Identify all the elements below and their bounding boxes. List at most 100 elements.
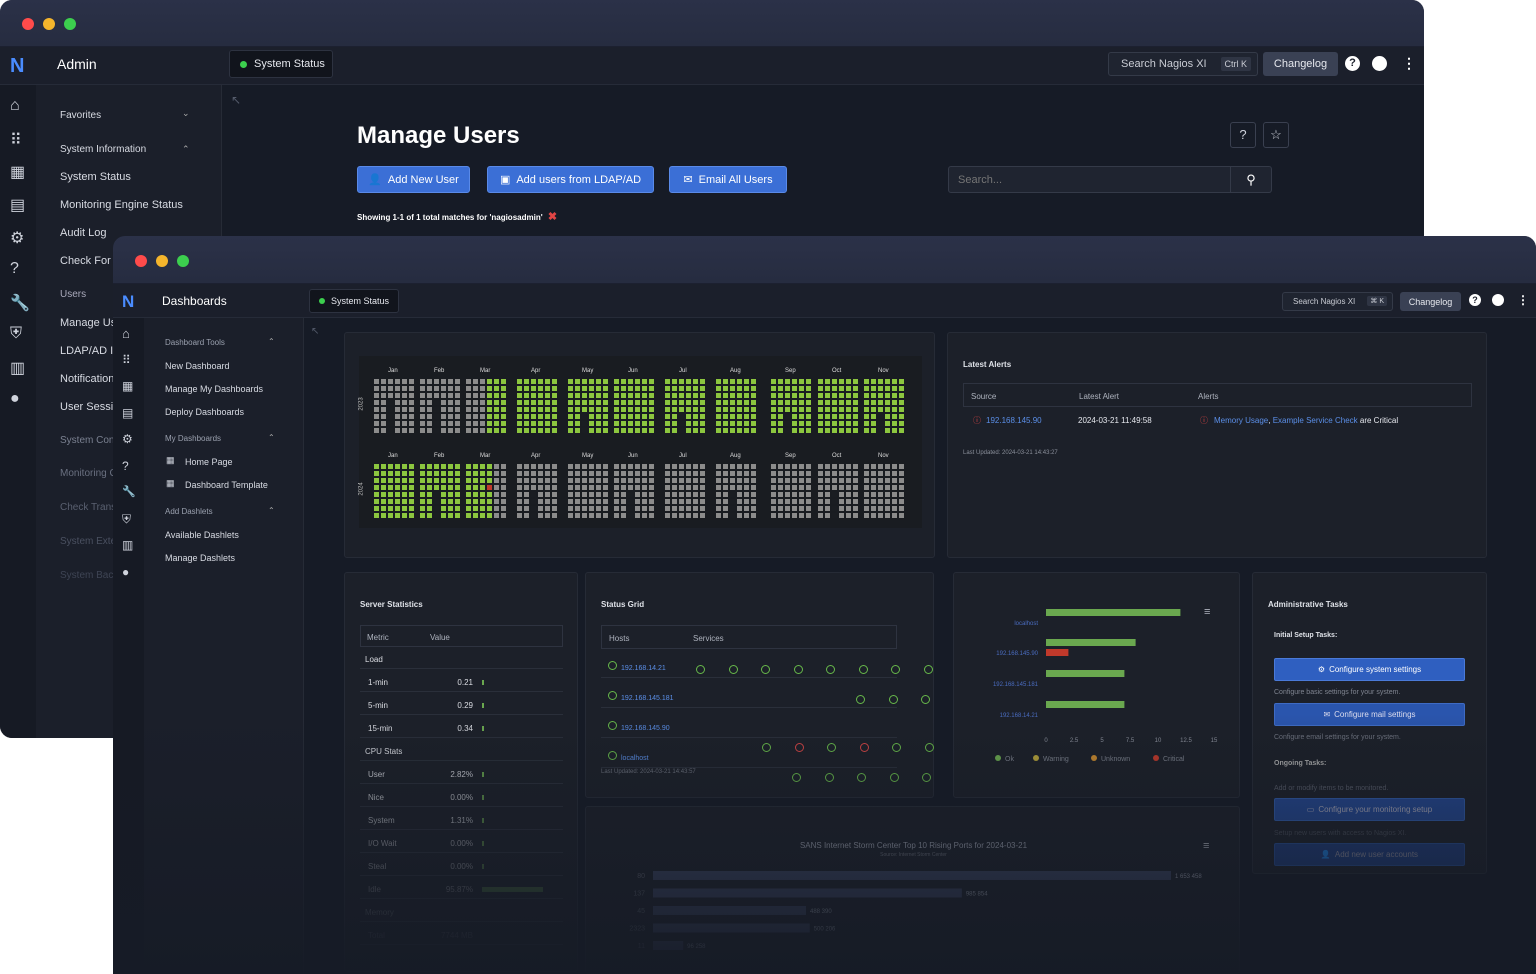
wrench-icon[interactable]: 🔧 <box>122 485 139 502</box>
service-ok-icon[interactable] <box>889 773 899 782</box>
add-new-user-button[interactable]: 👤 Add New User <box>357 166 470 193</box>
menu-monitoring-engine-status[interactable]: Monitoring Engine Status <box>60 199 183 211</box>
add-dashlets-section[interactable]: Add Dashlets <box>165 507 213 516</box>
menu-system-backups[interactable]: System Bac <box>60 570 113 581</box>
search-submit-button[interactable]: ⚲ <box>1230 166 1272 193</box>
building-icon[interactable]: ▥ <box>10 358 27 377</box>
global-search[interactable]: Search Nagios XI Ctrl K <box>1108 52 1258 76</box>
config-icon[interactable]: ⚙ <box>122 432 139 449</box>
service-ok-icon[interactable] <box>924 743 934 752</box>
more-vert-icon[interactable]: ⋮ <box>1517 293 1529 307</box>
service-ok-icon[interactable] <box>858 665 868 674</box>
menu-notifications[interactable]: Notification <box>60 373 114 385</box>
home-icon[interactable]: ⌂ <box>10 97 27 114</box>
chevron-up-icon[interactable]: ⌃ <box>268 337 275 346</box>
close-dot[interactable] <box>135 255 147 267</box>
dashboard-tools-section[interactable]: Dashboard Tools <box>165 338 225 347</box>
building-icon[interactable]: ▥ <box>122 538 139 555</box>
global-search[interactable]: Search Nagios XI ⌘ K <box>1282 292 1393 311</box>
menu-manage-users[interactable]: Manage Us <box>60 317 116 329</box>
config-icon[interactable]: ⚙ <box>10 228 27 247</box>
menu-new-dashboard[interactable]: New Dashboard <box>165 361 230 371</box>
my-dashboards-section[interactable]: My Dashboards <box>165 434 221 443</box>
configure-monitoring-button[interactable]: ▭ Configure your monitoring setup <box>1274 798 1465 821</box>
service-ok-icon[interactable] <box>792 773 801 782</box>
maximize-dot[interactable] <box>64 18 76 30</box>
menu-manage-dashlets[interactable]: Manage Dashlets <box>165 553 235 563</box>
host-link[interactable]: localhost <box>621 755 649 762</box>
grid-icon[interactable]: ⠿ <box>10 130 27 149</box>
user-search-input[interactable] <box>948 166 1231 193</box>
chevron-up-icon[interactable]: ⌃ <box>268 506 275 515</box>
menu-dashboard-template[interactable]: Dashboard Template <box>185 480 268 490</box>
minimize-dot[interactable] <box>156 255 168 267</box>
service-ok-icon[interactable] <box>826 665 835 674</box>
reports-icon[interactable]: ▤ <box>122 406 139 423</box>
service-ok-icon[interactable] <box>892 743 901 752</box>
system-status-button[interactable]: System Status <box>309 289 399 313</box>
service-ok-icon[interactable] <box>728 665 738 674</box>
account-icon[interactable]: ● <box>122 565 139 582</box>
service-critical-icon[interactable] <box>859 743 869 752</box>
nagios-logo-icon[interactable]: N <box>122 292 134 312</box>
collapse-arrow-icon[interactable]: ↖ <box>311 326 319 337</box>
configure-system-settings-button[interactable]: ⚙ Configure system settings <box>1274 658 1465 681</box>
dashboard-icon[interactable]: ▦ <box>122 379 139 396</box>
service-ok-icon[interactable] <box>761 665 770 674</box>
user-icon[interactable] <box>1492 294 1504 306</box>
host-link[interactable]: 192.168.145.90 <box>621 725 670 732</box>
host-link[interactable]: 192.168.14.21 <box>621 665 666 672</box>
service-ok-icon[interactable] <box>891 665 900 674</box>
service-ok-icon[interactable] <box>921 695 930 704</box>
add-ldap-users-button[interactable]: ▣ Add users from LDAP/AD <box>487 166 654 193</box>
more-vert-icon[interactable]: ⋮ <box>1402 55 1416 72</box>
add-user-accounts-button[interactable]: 👤 Add new user accounts <box>1274 843 1465 866</box>
menu-monitoring-config[interactable]: Monitoring C <box>60 468 117 479</box>
service-ok-icon[interactable] <box>923 665 933 674</box>
alert-source-link[interactable]: 192.168.145.90 <box>986 416 1042 425</box>
users-section[interactable]: Users <box>60 289 86 300</box>
help-circle-icon[interactable]: ? <box>10 260 27 277</box>
service-ok-icon[interactable] <box>888 695 898 704</box>
help-icon[interactable]: ? <box>1469 294 1481 306</box>
service-ok-icon[interactable] <box>856 695 865 704</box>
alert-service-link[interactable]: Example Service Check <box>1273 416 1358 425</box>
shield-gear-icon[interactable]: ⛨ <box>10 325 27 342</box>
close-dot[interactable] <box>22 18 34 30</box>
menu-check-transfers[interactable]: Check Trans <box>60 502 116 513</box>
email-all-users-button[interactable]: ✉ Email All Users <box>669 166 787 193</box>
help-circle-icon[interactable]: ? <box>122 459 139 476</box>
account-icon[interactable]: ● <box>10 390 27 407</box>
service-ok-icon[interactable] <box>793 665 803 674</box>
dashboard-icon[interactable]: ▦ <box>10 162 27 181</box>
service-critical-icon[interactable] <box>794 743 804 752</box>
menu-system-status[interactable]: System Status <box>60 171 131 183</box>
system-information-section[interactable]: System Information <box>60 144 146 155</box>
chevron-up-icon[interactable]: ⌃ <box>268 433 275 442</box>
menu-system-config[interactable]: System Con <box>60 435 114 446</box>
wrench-icon[interactable]: 🔧 <box>10 293 30 312</box>
menu-system-extensions[interactable]: System Exte <box>60 536 116 547</box>
star-icon[interactable]: ☆ <box>1263 122 1289 148</box>
help-icon[interactable]: ? <box>1345 56 1360 71</box>
service-ok-icon[interactable] <box>696 665 705 674</box>
shield-gear-icon[interactable]: ⛨ <box>122 512 139 529</box>
minimize-dot[interactable] <box>43 18 55 30</box>
chevron-down-icon[interactable]: ⌄ <box>182 108 190 119</box>
chevron-up-icon[interactable]: ⌃ <box>182 144 190 155</box>
reports-icon[interactable]: ▤ <box>10 195 27 214</box>
help-outline-icon[interactable]: ? <box>1230 122 1256 148</box>
service-ok-icon[interactable] <box>824 773 834 782</box>
menu-deploy-dashboards[interactable]: Deploy Dashboards <box>165 407 244 417</box>
service-ok-icon[interactable] <box>857 773 866 782</box>
user-icon[interactable] <box>1372 56 1387 71</box>
favorites-section[interactable]: Favorites <box>60 110 101 121</box>
alert-service-link[interactable]: Memory Usage <box>1214 416 1268 425</box>
changelog-button[interactable]: Changelog <box>1263 52 1338 76</box>
menu-available-dashlets[interactable]: Available Dashlets <box>165 530 239 540</box>
service-ok-icon[interactable] <box>762 743 771 752</box>
menu-manage-my-dashboards[interactable]: Manage My Dashboards <box>165 384 263 394</box>
menu-home-page[interactable]: Home Page <box>185 457 233 467</box>
home-icon[interactable]: ⌂ <box>122 326 139 343</box>
changelog-button[interactable]: Changelog <box>1400 292 1461 311</box>
